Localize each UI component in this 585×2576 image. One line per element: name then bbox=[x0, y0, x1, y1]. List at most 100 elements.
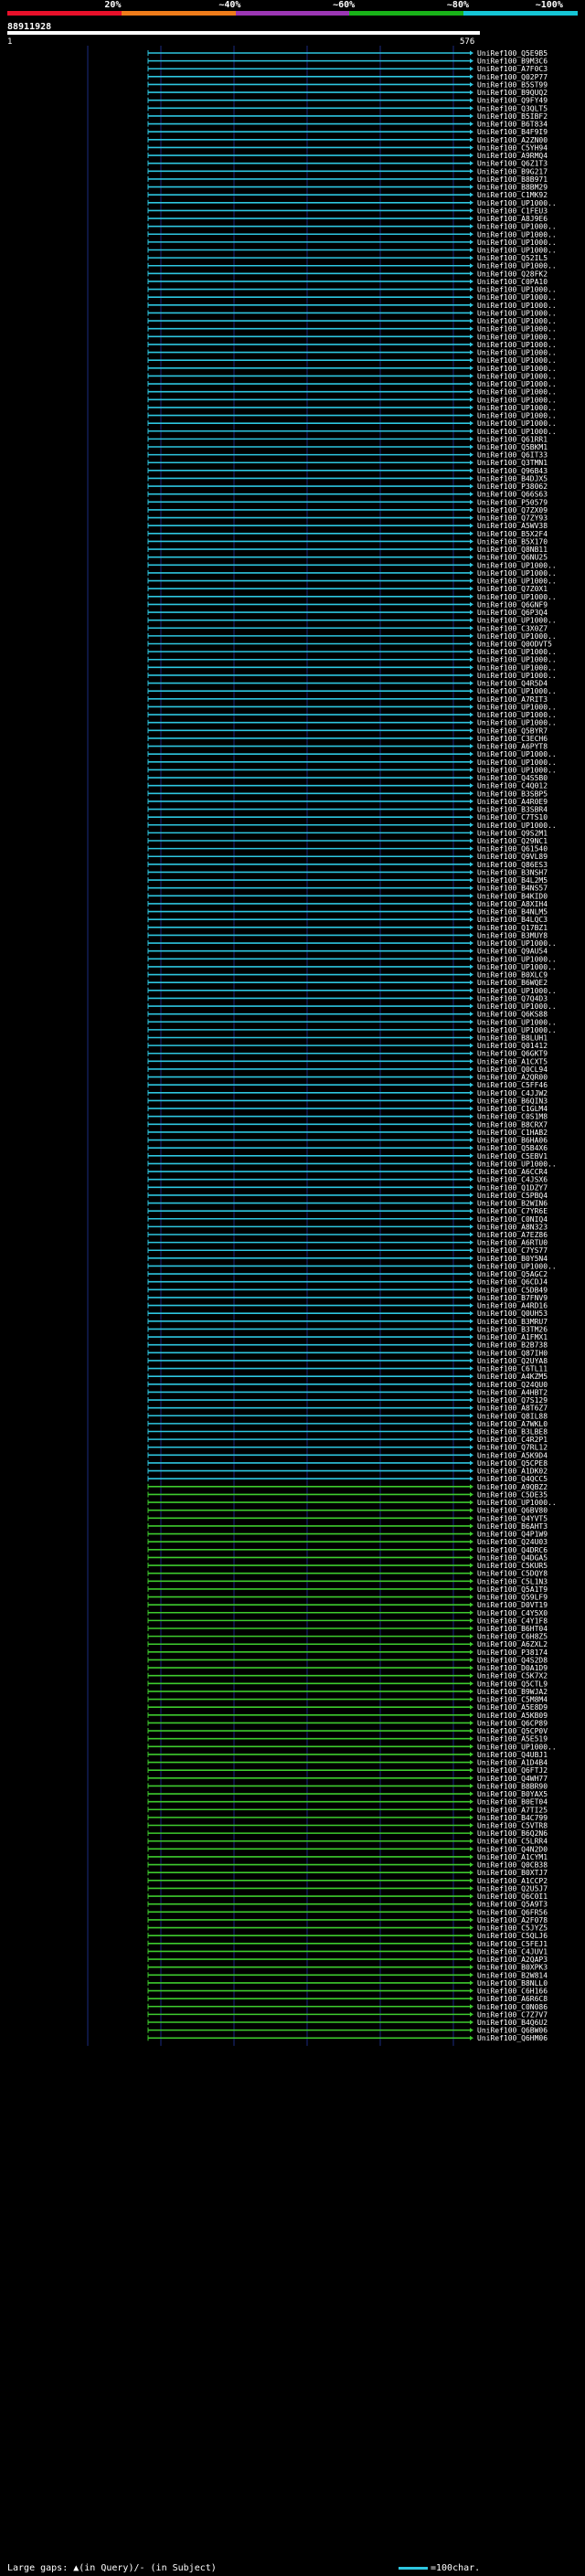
hit-end-arrow bbox=[470, 263, 473, 269]
hit-end-arrow bbox=[470, 460, 473, 465]
hit-end-arrow bbox=[470, 1626, 473, 1631]
hit-end-arrow bbox=[470, 980, 473, 985]
hit-end-arrow bbox=[470, 917, 473, 922]
hit-end-arrow bbox=[470, 1366, 473, 1372]
hit-end-arrow bbox=[470, 122, 473, 127]
hit-end-arrow bbox=[470, 1854, 473, 1860]
hit-end-arrow bbox=[470, 751, 473, 757]
hit-end-arrow bbox=[470, 1532, 473, 1537]
hit-end-arrow bbox=[470, 1240, 473, 1246]
hit-end-arrow bbox=[470, 1436, 473, 1442]
hit-end-arrow bbox=[470, 1161, 473, 1166]
hit-end-arrow bbox=[470, 1468, 473, 1474]
hit-end-arrow bbox=[470, 2011, 473, 2017]
hit-end-arrow bbox=[470, 2035, 473, 2041]
hit-end-arrow bbox=[470, 192, 473, 197]
hit-end-arrow bbox=[470, 2004, 473, 2009]
hit-end-arrow bbox=[470, 736, 473, 741]
hit-end-arrow bbox=[470, 1295, 473, 1300]
hit-end-arrow bbox=[470, 601, 473, 607]
scale-legend-text: =100char. bbox=[431, 2563, 481, 2573]
hit-end-arrow bbox=[470, 578, 473, 584]
hit-end-arrow bbox=[470, 1870, 473, 1875]
hit-end-arrow bbox=[470, 1153, 473, 1159]
hit-end-arrow bbox=[470, 1885, 473, 1891]
hit-end-arrow bbox=[470, 664, 473, 670]
hit-end-arrow bbox=[470, 641, 473, 646]
hit-end-arrow bbox=[470, 161, 473, 166]
hit-end-arrow bbox=[470, 1287, 473, 1292]
hit-end-arrow bbox=[470, 1996, 473, 2001]
hit-end-arrow bbox=[470, 956, 473, 961]
hit-end-arrow bbox=[470, 1445, 473, 1450]
hit-end-arrow bbox=[470, 1429, 473, 1434]
hit-end-arrow bbox=[470, 1397, 473, 1403]
hit-end-arrow bbox=[470, 1114, 473, 1119]
hit-end-arrow bbox=[470, 1972, 473, 1977]
hit-end-arrow bbox=[470, 1839, 473, 1844]
hit-end-arrow bbox=[470, 1177, 473, 1182]
hit-end-arrow bbox=[470, 633, 473, 639]
hit-end-arrow bbox=[470, 649, 473, 654]
hit-end-arrow bbox=[470, 1830, 473, 1836]
scale-legend: =100char. bbox=[399, 2563, 480, 2573]
hit-end-arrow bbox=[470, 366, 473, 371]
gap-legend-text: Large gaps: ▲(in Query)/- (in Subject) bbox=[7, 2563, 217, 2573]
hit-end-arrow bbox=[470, 1752, 473, 1757]
hit-end-arrow bbox=[470, 1554, 473, 1560]
hit-end-arrow bbox=[470, 1452, 473, 1458]
hit-end-arrow bbox=[470, 988, 473, 993]
hit-end-arrow bbox=[470, 1319, 473, 1324]
hit-end-arrow bbox=[470, 1035, 473, 1040]
hit-end-arrow bbox=[470, 436, 473, 441]
hit-end-arrow bbox=[470, 200, 473, 206]
hit-end-arrow bbox=[470, 681, 473, 686]
hit-end-arrow bbox=[470, 1902, 473, 1907]
hit-end-arrow bbox=[470, 1712, 473, 1718]
hit-end-arrow bbox=[470, 1515, 473, 1521]
hit-end-arrow bbox=[470, 1271, 473, 1277]
hit-end-arrow bbox=[470, 357, 473, 363]
hit-end-arrow bbox=[470, 1413, 473, 1418]
hit-end-arrow bbox=[470, 1980, 473, 1986]
hit-end-arrow bbox=[470, 216, 473, 221]
scale-line-swatch bbox=[399, 2566, 428, 2570]
hit-end-arrow bbox=[470, 1617, 473, 1623]
hit-end-arrow bbox=[470, 1019, 473, 1024]
hit-end-arrow bbox=[470, 90, 473, 95]
hit-end-arrow bbox=[470, 1500, 473, 1505]
hit-end-arrow bbox=[470, 144, 473, 150]
hit-end-arrow bbox=[470, 807, 473, 812]
hit-end-arrow bbox=[470, 381, 473, 387]
hit-end-arrow bbox=[470, 334, 473, 339]
hit-end-arrow bbox=[470, 129, 473, 134]
hit-end-arrow bbox=[470, 1602, 473, 1607]
hit-end-arrow bbox=[470, 1720, 473, 1725]
hit-end-arrow bbox=[470, 1121, 473, 1127]
hit-end-arrow bbox=[470, 74, 473, 80]
hit-end-arrow bbox=[470, 1547, 473, 1553]
hit-end-arrow bbox=[470, 515, 473, 521]
hit-end-arrow bbox=[470, 783, 473, 789]
hit-end-arrow bbox=[470, 1878, 473, 1883]
hit-end-arrow bbox=[470, 862, 473, 867]
hit-end-arrow bbox=[470, 483, 473, 489]
hit-end-arrow bbox=[470, 1043, 473, 1048]
hit-end-arrow bbox=[470, 1051, 473, 1056]
hit-end-arrow bbox=[470, 1673, 473, 1679]
hit-label[interactable]: UniRef100_Q6HM06 bbox=[477, 2034, 548, 2042]
hit-end-arrow bbox=[470, 1184, 473, 1190]
hit-end-arrow bbox=[470, 1846, 473, 1851]
hit-end-arrow bbox=[470, 389, 473, 395]
hit-end-arrow bbox=[470, 475, 473, 481]
hit-end-arrow bbox=[470, 507, 473, 513]
hit-end-arrow bbox=[470, 1665, 473, 1670]
hit-end-arrow bbox=[470, 420, 473, 426]
hit-end-arrow bbox=[470, 326, 473, 332]
hit-end-arrow bbox=[470, 1279, 473, 1285]
hit-end-arrow bbox=[470, 1460, 473, 1466]
hit-end-arrow bbox=[470, 1586, 473, 1592]
hit-end-arrow bbox=[470, 287, 473, 292]
hit-end-arrow bbox=[470, 570, 473, 576]
hit-end-arrow bbox=[470, 58, 473, 64]
